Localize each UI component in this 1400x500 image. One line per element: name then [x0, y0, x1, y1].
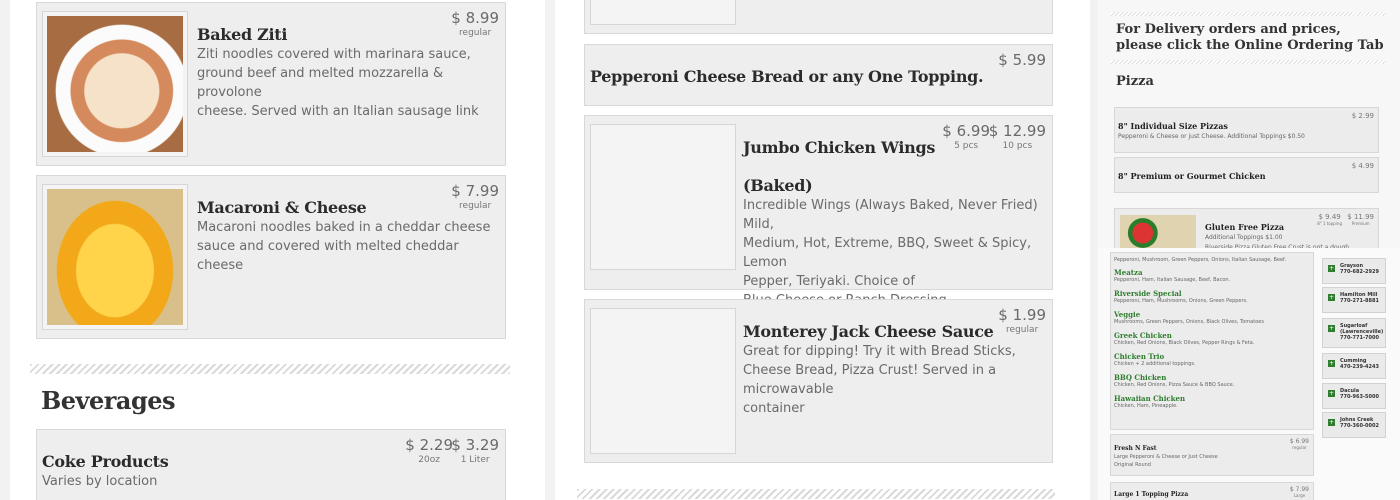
specialty-desc: Chicken, Red Onions, Black Olives, Peppe… — [1114, 340, 1255, 346]
baked-ziti-photo — [42, 11, 188, 157]
specialty-desc: Pepperoni, Ham, Mushrooms, Onions, Green… — [1114, 298, 1248, 304]
item-price-premium: $ 11.99 Premium — [1347, 213, 1374, 226]
menu-item-gluten-free-pizza[interactable]: Gluten Free Pizza Additional Toppings $1… — [1114, 208, 1379, 253]
specialty-desc: Pepperoni, Mushroom, Green Peppers, Onio… — [1114, 257, 1287, 263]
item-description: Varies by location — [42, 474, 158, 489]
item-description: Additional Toppings $1.00 — [1205, 234, 1283, 241]
item-name: Baked Ziti — [197, 25, 288, 44]
location-text: Johns Creek 770-360-0002 — [1340, 417, 1379, 429]
section-divider — [1110, 60, 1385, 64]
image-placeholder — [590, 124, 736, 270]
specialty-name[interactable]: Greek Chicken — [1114, 331, 1313, 340]
item-name: Pepperoni Cheese Bread or any One Toppin… — [590, 67, 984, 86]
image-placeholder — [590, 0, 736, 25]
item-price-10pcs: $ 12.99 10 pcs — [988, 122, 1046, 151]
menu-item-coke-products[interactable]: Coke Products Varies by location $ 2.29 … — [36, 429, 506, 500]
item-description: Great for dipping! Try it with Bread Sti… — [743, 344, 1016, 416]
item-price-5pcs: $ 6.99 5 pcs — [942, 122, 990, 151]
specialty-list: Pepperoni, Mushroom, Green Peppers, Onio… — [1110, 252, 1314, 430]
item-price: $ 4.99 — [1351, 162, 1374, 170]
menu-item-jumbo-chicken-wings[interactable]: Jumbo Chicken Wings (Baked) Incredible W… — [584, 115, 1053, 308]
location-text: Grayson 770-682-2929 — [1340, 263, 1379, 275]
item-description-2: Original Round — [1114, 462, 1151, 468]
location-grayson[interactable]: + Grayson 770-682-2929 — [1322, 258, 1386, 284]
item-price-20oz: $ 2.29 20oz — [405, 436, 453, 465]
location-sugarloaf[interactable]: + Sugarloaf (Lawrenceville) 770-771-7000 — [1322, 318, 1386, 348]
section-title-pizza: Pizza — [1116, 74, 1154, 89]
image-placeholder — [590, 308, 736, 454]
specialty-desc: Mushrooms, Green Peppers, Onions, Black … — [1114, 319, 1264, 325]
specialty-name[interactable]: Chicken Trio — [1114, 352, 1313, 361]
macaroni-photo — [42, 184, 188, 330]
plus-icon: + — [1328, 294, 1335, 301]
item-price: $ 8.99 regular — [451, 9, 499, 38]
plus-icon: + — [1328, 419, 1335, 426]
specialty-desc: Chicken, Ham, Pineapple. — [1114, 403, 1178, 409]
plus-icon: + — [1328, 325, 1335, 332]
location-text: Cumming 470-239-4243 — [1340, 358, 1379, 370]
specialty-name[interactable]: Veggie — [1114, 310, 1313, 319]
menu-column-left: Baked Ziti Ziti noodles covered with mar… — [10, 0, 545, 500]
section-divider — [577, 489, 1055, 499]
location-cumming[interactable]: + Cumming 470-239-4243 — [1322, 353, 1386, 379]
item-name: Coke Products — [42, 452, 169, 471]
item-name: 8" Premium or Gourmet Chicken — [1118, 171, 1266, 181]
item-name: Monterey Jack Cheese Sauce — [743, 322, 994, 341]
menu-item-baked-ziti[interactable]: Baked Ziti Ziti noodles covered with mar… — [36, 2, 506, 166]
location-text: Sugarloaf (Lawrenceville) 770-771-7000 — [1340, 323, 1384, 341]
menu-item-partial[interactable] — [584, 0, 1053, 34]
section-divider — [1110, 12, 1385, 16]
menu-item-pepperoni-cheese-bread[interactable]: Pepperoni Cheese Bread or any One Toppin… — [584, 44, 1053, 106]
specialty-name[interactable]: BBQ Chicken — [1114, 373, 1313, 382]
menu-column-middle: Pepperoni Cheese Bread or any One Toppin… — [555, 0, 1090, 500]
item-name: Fresh N Fast — [1114, 445, 1157, 452]
item-description: Incredible Wings (Always Baked, Never Fr… — [743, 198, 1038, 308]
item-price: $ 7.99 regular — [451, 182, 499, 211]
gluten-free-pizza-photo — [1120, 215, 1196, 251]
item-description: Macaroni noodles baked in a cheddar chee… — [197, 220, 491, 273]
item-description: Pepperoni & Cheese or just Cheese. Addit… — [1118, 133, 1305, 140]
location-hamilton-mill[interactable]: + Hamilton Mill 770-271-8881 — [1322, 287, 1386, 313]
item-name: Macaroni & Cheese — [197, 198, 367, 217]
specialty-desc: Pepperoni, Ham, Italian Sausage, Beef, B… — [1114, 277, 1231, 283]
section-divider — [30, 364, 510, 374]
item-price: $ 7.99 Large — [1289, 486, 1309, 498]
menu-item-large-1-topping[interactable]: Large 1 Topping Pizza $ 7.99 Large — [1110, 482, 1314, 500]
plus-icon: + — [1328, 360, 1335, 367]
item-description: Ziti noodles covered with marinara sauce… — [197, 47, 479, 119]
section-title-beverages: Beverages — [41, 386, 176, 415]
menu-item-fresh-n-fast[interactable]: Fresh N Fast Large Pepperoni & Cheese or… — [1110, 434, 1314, 476]
menu-item-individual-pizza[interactable]: 8" Individual Size Pizzas Pepperoni & Ch… — [1114, 107, 1379, 153]
item-price: $ 5.99 — [998, 51, 1046, 69]
item-name: Gluten Free Pizza — [1205, 222, 1285, 232]
item-price: $ 2.99 — [1351, 112, 1374, 120]
specialty-name[interactable]: Riverside Special — [1114, 289, 1313, 298]
plus-icon: + — [1328, 390, 1335, 397]
menu-item-monterey-jack-sauce[interactable]: Monterey Jack Cheese Sauce Great for dip… — [584, 299, 1053, 463]
location-text: Hamilton Mill 770-271-8881 — [1340, 292, 1379, 304]
item-name-suffix: (Baked) — [743, 176, 813, 195]
menu-item-premium-pizza[interactable]: 8" Premium or Gourmet Chicken $ 4.99 — [1114, 157, 1379, 193]
specialty-desc: Chicken + 2 additional toppings. — [1114, 361, 1196, 367]
item-name: Large 1 Topping Pizza — [1114, 491, 1189, 498]
plus-icon: + — [1328, 265, 1335, 272]
item-price-8in: $ 9.49 8" 1 topping — [1317, 213, 1342, 226]
item-name: Jumbo Chicken Wings — [743, 138, 936, 157]
location-text: Dacula 770-963-5000 — [1340, 388, 1379, 400]
specialty-name[interactable]: Hawaiian Chicken — [1114, 394, 1313, 403]
item-price-1-liter: $ 3.29 1 Liter — [451, 436, 499, 465]
location-dacula[interactable]: + Dacula 770-963-5000 — [1322, 383, 1386, 409]
specialty-name[interactable]: Meatza — [1114, 268, 1313, 277]
specialty-desc: Chicken, Red Onions, Pizza Sauce & BBQ S… — [1114, 382, 1235, 388]
item-name: 8" Individual Size Pizzas — [1118, 121, 1228, 131]
delivery-notice: For Delivery orders and prices, please c… — [1116, 22, 1384, 53]
item-price: $ 6.99 regular — [1289, 438, 1309, 450]
location-johns-creek[interactable]: + Johns Creek 770-360-0002 — [1322, 412, 1386, 438]
item-description: Large Pepperoni & Cheese or Just Cheese — [1114, 454, 1218, 460]
item-price: $ 1.99 regular — [998, 306, 1046, 335]
menu-item-macaroni-cheese[interactable]: Macaroni & Cheese Macaroni noodles baked… — [36, 175, 506, 339]
